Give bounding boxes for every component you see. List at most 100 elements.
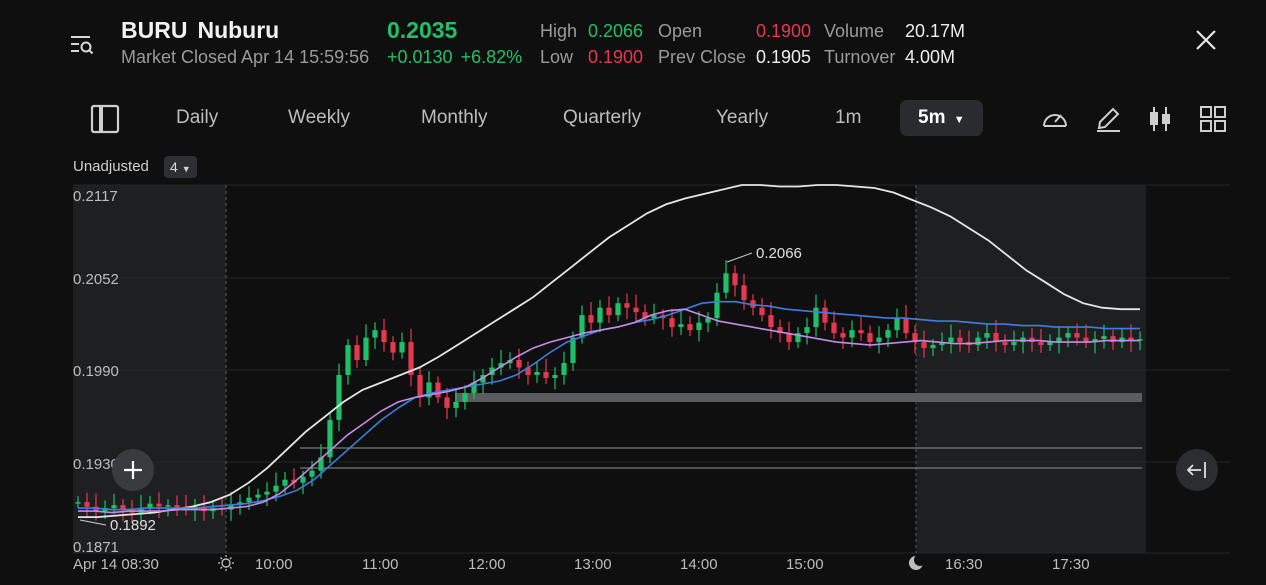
list-search-icon[interactable]	[68, 30, 96, 58]
candle-body	[255, 494, 261, 498]
candle-body	[921, 342, 927, 349]
candle-body	[516, 360, 522, 368]
indicator-count: 4	[170, 159, 178, 175]
candle-body	[561, 363, 567, 375]
max-annotation-leader	[726, 252, 753, 263]
candle-body	[768, 315, 774, 328]
tab-1m[interactable]: 1m	[835, 96, 861, 140]
candle-body	[822, 307, 828, 323]
open-value: 0.1900	[756, 21, 812, 41]
candle-body	[354, 345, 360, 361]
candle-body	[606, 307, 612, 316]
candle-body	[804, 327, 810, 334]
candle-body	[1074, 333, 1080, 338]
y-tick: 0.1871	[73, 539, 119, 556]
candle-body	[930, 345, 936, 349]
tab-monthly[interactable]: Monthly	[421, 96, 488, 140]
moon-icon	[909, 554, 926, 570]
caret-down-icon: ▼	[181, 164, 191, 174]
candle-body	[615, 303, 621, 316]
candle-body	[885, 330, 891, 338]
candle-body	[399, 342, 405, 353]
candle-body	[741, 285, 747, 301]
candle-body	[948, 337, 954, 343]
candle-body	[714, 292, 720, 319]
candle-body	[309, 470, 315, 477]
candle-body	[678, 324, 684, 328]
high-label: High	[540, 21, 578, 41]
split-panel-icon[interactable]	[90, 104, 120, 134]
candle-body	[417, 374, 423, 398]
candle-body	[1011, 342, 1017, 346]
collapse-panel-button[interactable]	[1176, 449, 1218, 491]
x-tick: Apr 14 08:30	[73, 556, 159, 573]
arrow-left-bar-icon	[1186, 462, 1206, 478]
candle-body	[1038, 342, 1044, 346]
tab-daily[interactable]: Daily	[176, 96, 218, 140]
last-price: 0.2035	[387, 17, 458, 43]
x-tick: 16:30	[945, 556, 983, 573]
close-icon[interactable]	[1192, 26, 1220, 54]
max-annotation: 0.2066	[756, 245, 802, 262]
prev-close-label: Prev Close	[658, 47, 747, 67]
candle-body	[831, 322, 837, 334]
volume-label: Volume	[824, 21, 885, 41]
candle-body	[732, 273, 738, 286]
candle-body	[696, 322, 702, 331]
price-chart[interactable]: 0.2117 0.2052 0.1990 0.1930 0.1871 0.206…	[0, 180, 1266, 585]
y-tick: 0.1990	[73, 363, 119, 380]
candle-body	[84, 502, 90, 507]
candle-body	[984, 333, 990, 338]
tab-yearly[interactable]: Yearly	[716, 96, 768, 140]
candle-body	[840, 333, 846, 338]
prev-close-value: 0.1905	[756, 47, 812, 67]
candle-body	[372, 330, 378, 338]
candle-body	[534, 371, 540, 375]
candle-body	[552, 374, 558, 378]
candle-body	[849, 330, 855, 338]
candle-body	[156, 503, 162, 507]
market-status: Market Closed Apr 14 15:59:56	[121, 47, 370, 67]
candle-body	[903, 318, 909, 334]
grid-layout-icon[interactable]	[1198, 104, 1228, 134]
candle-body	[759, 307, 765, 316]
adjust-mode[interactable]: Unadjusted	[73, 158, 149, 175]
tab-weekly[interactable]: Weekly	[288, 96, 350, 140]
x-tick: 14:00	[680, 556, 718, 573]
tab-5m[interactable]: 5m ▼	[900, 100, 983, 136]
price-change: +0.0130 +6.82%	[387, 47, 522, 68]
price-zone-bar	[455, 393, 1142, 402]
candle-body	[300, 476, 306, 483]
add-drawing-button[interactable]	[112, 449, 154, 491]
candle-body	[246, 497, 252, 503]
change-percent: +6.82%	[460, 47, 523, 67]
candle-body	[1101, 336, 1107, 340]
caret-down-icon: ▼	[953, 114, 965, 126]
y-tick: 0.2117	[73, 188, 118, 205]
candle-body	[336, 374, 342, 420]
x-tick: 10:00	[255, 556, 293, 573]
candle-body	[867, 333, 873, 343]
candle-body	[813, 307, 819, 328]
pen-draw-icon[interactable]	[1093, 104, 1123, 134]
candle-body	[363, 337, 369, 361]
candlestick-icon[interactable]	[1145, 104, 1175, 134]
x-tick: 12:00	[468, 556, 506, 573]
candle-body	[633, 307, 639, 313]
candle-body	[435, 382, 441, 398]
afterhours-shade	[916, 185, 1146, 553]
volume-value: 20.17M	[905, 21, 966, 41]
candle-body	[858, 330, 864, 334]
min-annotation: 0.1892	[110, 517, 156, 534]
tab-quarterly[interactable]: Quarterly	[563, 96, 641, 140]
speedometer-icon[interactable]	[1040, 104, 1070, 134]
candle-body	[75, 502, 81, 504]
turnover-value: 4.00M	[905, 47, 956, 67]
candle-body	[687, 324, 693, 331]
candle-body	[876, 337, 882, 343]
candle-body	[345, 345, 351, 375]
candle-body	[669, 318, 675, 328]
indicator-count-badge[interactable]: 4 ▼	[164, 156, 197, 178]
x-tick: 17:30	[1052, 556, 1090, 573]
period-toolbar: Daily Weekly Monthly Quarterly Yearly 1m…	[0, 96, 1266, 140]
